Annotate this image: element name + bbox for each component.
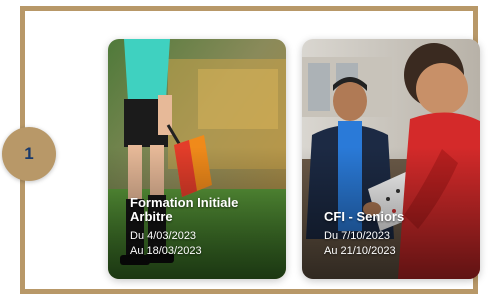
card-date-start: Du 7/10/2023 <box>324 230 391 242</box>
card-date-end: Au 18/03/2023 <box>130 245 202 257</box>
card-title: CFI - Seniors <box>324 210 472 224</box>
card-title-line-2: Arbitre <box>130 209 173 224</box>
card-text-block: CFI - Seniors Du 7/10/2023 Au 21/10/2023 <box>324 210 472 259</box>
card-title: Formation Initiale Arbitre <box>130 196 278 224</box>
card-date-start: Du 4/03/2023 <box>130 230 197 242</box>
card-title-line-1: CFI - Seniors <box>324 209 405 224</box>
card-title-line-1: Formation Initiale <box>130 195 239 210</box>
training-card-formation-initiale-arbitre[interactable]: Formation Initiale Arbitre Du 4/03/2023 … <box>108 39 286 279</box>
step-number-badge: 1 <box>2 127 56 181</box>
card-text-block: Formation Initiale Arbitre Du 4/03/2023 … <box>130 196 278 259</box>
training-card-cfi-seniors[interactable]: CFI - Seniors Du 7/10/2023 Au 21/10/2023 <box>302 39 480 279</box>
card-date-end: Au 21/10/2023 <box>324 245 396 257</box>
